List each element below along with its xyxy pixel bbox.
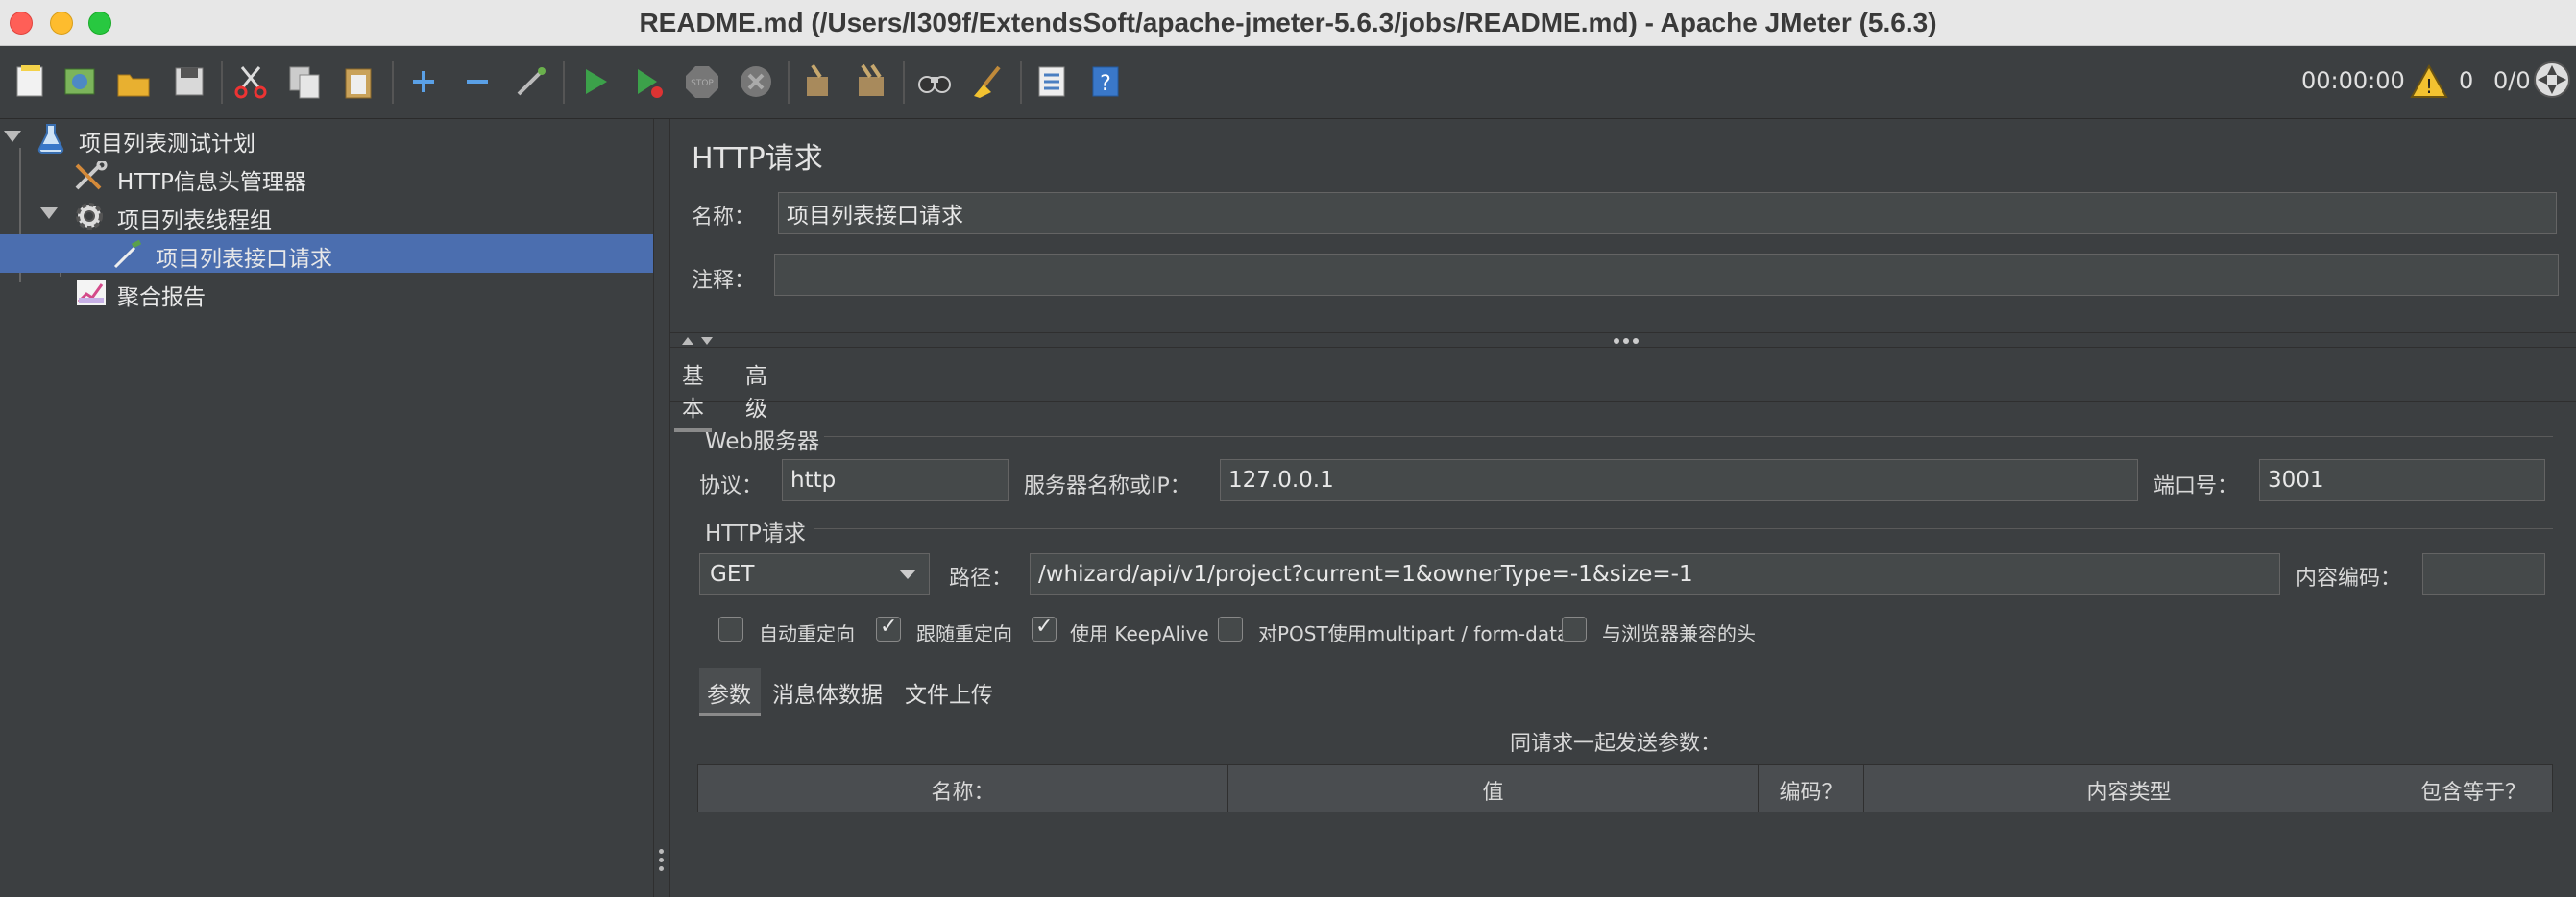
chevron-down-icon[interactable] — [887, 554, 929, 594]
tree-item-aggregate-report[interactable]: 聚合报告 — [0, 273, 653, 311]
paste-icon[interactable] — [338, 61, 378, 102]
column-header-encode[interactable]: 编码？ — [1759, 765, 1864, 812]
column-header-include-equals[interactable]: 包含等于？ — [2394, 765, 2552, 812]
params-table-header: 名称： 值 编码？ 内容类型 包含等于？ — [697, 764, 2553, 812]
vertical-splitter[interactable] — [653, 119, 670, 897]
tab-body-data[interactable]: 消息体数据 — [772, 676, 883, 709]
elapsed-timer: 00:00:00 — [2301, 67, 2405, 94]
auto-redirect-checkbox[interactable] — [718, 617, 743, 642]
tab-basic[interactable]: 基本 — [674, 357, 712, 432]
open-icon[interactable] — [113, 61, 154, 102]
comment-field[interactable] — [774, 254, 2559, 296]
chevron-down-icon[interactable] — [4, 131, 21, 142]
method-value: GET — [710, 562, 755, 587]
tree-item-label: HTTP信息头管理器 — [117, 170, 306, 195]
method-select[interactable]: GET — [699, 553, 930, 595]
sampler-pipette-icon — [111, 238, 144, 269]
active-threads: 0/0 — [2493, 67, 2531, 94]
start-no-pauses-icon[interactable] — [628, 61, 668, 102]
tree-item-label: 聚合报告 — [117, 285, 206, 310]
remote-status-icon[interactable] — [2532, 60, 2572, 100]
name-label: 名称： — [692, 206, 756, 230]
path-label: 路径： — [949, 567, 1013, 591]
tab-advanced[interactable]: 高级 — [745, 357, 767, 423]
tab-parameters[interactable]: 参数 — [707, 676, 751, 709]
splitter-grip-icon[interactable] — [659, 849, 665, 875]
chevron-down-icon[interactable] — [40, 207, 58, 219]
keepalive-label: 使用 KeepAlive — [1070, 622, 1209, 645]
column-header-name[interactable]: 名称： — [698, 765, 1228, 812]
save-icon[interactable] — [169, 61, 209, 102]
encoding-field[interactable] — [2422, 553, 2545, 595]
browser-headers-label: 与浏览器兼容的头 — [1602, 622, 1756, 645]
test-plan-tree: 项目列表测试计划 HTTP信息头管理器 项目列表线程组 项目列表接口请求 聚合报… — [0, 119, 653, 897]
collapse-icon[interactable] — [457, 61, 498, 102]
encoding-label: 内容编码： — [2296, 567, 2402, 591]
aggregate-report-chart-icon — [75, 277, 108, 307]
server-field[interactable] — [1220, 459, 2138, 501]
http-request-group-title: HTTP请求 — [705, 521, 806, 546]
splitter-grip-icon[interactable] — [1612, 336, 1640, 346]
comment-label: 注释： — [692, 269, 756, 293]
column-header-value[interactable]: 值 — [1228, 765, 1759, 812]
protocol-label: 协议： — [699, 474, 764, 498]
tree-item-header-manager[interactable]: HTTP信息头管理器 — [0, 158, 653, 196]
cut-icon[interactable] — [231, 61, 271, 102]
multipart-label: 对POST使用multipart / form-data — [1258, 622, 1569, 645]
toolbar: STOP ? 00:00:00 ! 0 0/0 — [0, 46, 2576, 119]
function-helper-icon[interactable] — [1032, 61, 1072, 102]
browser-headers-checkbox[interactable] — [1562, 617, 1587, 642]
column-header-content-type[interactable]: 内容类型 — [1864, 765, 2394, 812]
svg-text:!: ! — [2425, 75, 2433, 98]
follow-redirect-checkbox[interactable] — [876, 615, 901, 642]
toggle-icon[interactable] — [511, 61, 551, 102]
http-request-panel: HTTP请求 名称： 注释： 基本 高级 Web服务器 协议： 服务器名称或IP… — [670, 119, 2576, 897]
start-icon[interactable] — [574, 61, 615, 102]
auto-redirect-label: 自动重定向 — [759, 622, 855, 645]
panel-title: HTTP请求 — [692, 142, 823, 176]
title-bar: README.md (/Users/l309f/ExtendsSoft/apac… — [0, 0, 2576, 46]
search-icon[interactable] — [914, 61, 955, 102]
shutdown-icon[interactable] — [736, 61, 776, 102]
copy-icon[interactable] — [284, 61, 325, 102]
tree-item-sampler[interactable]: 项目列表接口请求 — [0, 234, 653, 273]
server-label: 服务器名称或IP： — [1024, 474, 1191, 498]
tree-item-label: 项目列表测试计划 — [79, 132, 255, 157]
templates-icon[interactable] — [60, 61, 100, 102]
multipart-checkbox[interactable] — [1218, 617, 1243, 642]
params-caption: 同请求一起发送参数： — [1510, 732, 1722, 756]
test-plan-flask-icon — [36, 123, 69, 154]
web-server-group-title: Web服务器 — [705, 429, 820, 454]
clear-icon[interactable] — [797, 61, 838, 102]
svg-text:STOP: STOP — [691, 79, 714, 88]
port-field[interactable] — [2259, 459, 2545, 501]
thread-group-gear-icon — [73, 200, 106, 230]
svg-text:?: ? — [1100, 72, 1111, 96]
tree-item-test-plan[interactable]: 项目列表测试计划 — [0, 119, 653, 158]
keepalive-checkbox[interactable] — [1032, 615, 1057, 642]
tab-file-upload[interactable]: 文件上传 — [905, 676, 993, 709]
tree-item-thread-group[interactable]: 项目列表线程组 — [0, 196, 653, 234]
splitter-arrows-icon[interactable] — [680, 335, 718, 347]
header-manager-tools-icon — [73, 159, 108, 192]
new-icon[interactable] — [10, 61, 50, 102]
port-label: 端口号： — [2153, 474, 2239, 498]
window-title: README.md (/Users/l309f/ExtendsSoft/apac… — [639, 8, 1937, 37]
horizontal-splitter[interactable] — [670, 332, 2576, 348]
help-icon[interactable]: ? — [1085, 61, 1126, 102]
tree-item-label: 项目列表接口请求 — [156, 247, 332, 272]
follow-redirect-label: 跟随重定向 — [916, 622, 1012, 645]
reset-search-icon[interactable] — [968, 61, 1009, 102]
warning-icon[interactable]: ! — [2409, 61, 2449, 102]
expand-icon[interactable] — [403, 61, 444, 102]
clear-all-icon[interactable] — [851, 61, 891, 102]
tree-item-label: 项目列表线程组 — [117, 208, 272, 233]
protocol-field[interactable] — [782, 459, 1009, 501]
stop-icon[interactable]: STOP — [682, 61, 722, 102]
warning-count: 0 — [2459, 67, 2474, 94]
name-field[interactable] — [778, 192, 2557, 234]
path-field[interactable] — [1030, 553, 2280, 595]
